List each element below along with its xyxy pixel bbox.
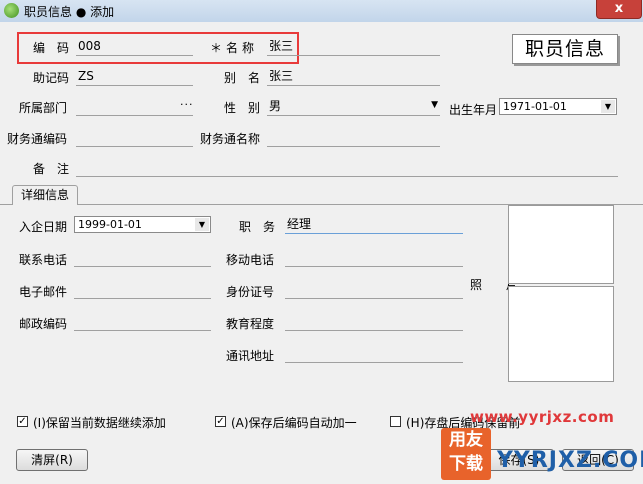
mnemonic-label: 助记码	[33, 71, 70, 85]
birth-value: 1971-01-01	[503, 100, 567, 113]
email-label: 电子邮件	[19, 285, 68, 299]
join-date-picker[interactable]: 1999-01-01 ▼	[74, 216, 211, 233]
watermark-url: www.yyrjxz.com	[470, 408, 615, 426]
phone-label: 联系电话	[19, 253, 68, 267]
name-field[interactable]: 张三	[267, 37, 440, 56]
finance-name-field[interactable]	[267, 128, 440, 147]
email-value	[74, 282, 76, 296]
name-label: ＊名称	[210, 41, 259, 55]
code-field[interactable]: 008	[76, 37, 193, 56]
photo-frame-bottom[interactable]	[508, 286, 614, 382]
address-label: 通讯地址	[226, 349, 275, 363]
phone-value	[74, 250, 76, 264]
address-field[interactable]	[285, 344, 463, 363]
alias-field[interactable]: 张三	[267, 67, 440, 86]
banner-title: 职员信息	[512, 34, 618, 64]
close-button[interactable]: x	[596, 0, 642, 19]
finance-code-label: 财务通编码	[7, 132, 68, 146]
mobile-value	[285, 250, 287, 264]
save-keep-checkbox[interactable]	[390, 416, 401, 427]
id-card-label: 身份证号	[226, 285, 275, 299]
id-card-field[interactable]	[285, 280, 463, 299]
auto-increment-label: (A)保存后编码自动加一	[231, 416, 357, 430]
department-browse-button[interactable]: ···	[180, 98, 194, 111]
clear-button[interactable]: 清屏(R)	[16, 449, 88, 471]
name-value: 张三	[269, 39, 294, 53]
education-field[interactable]	[285, 312, 463, 331]
position-value: 经理	[287, 217, 312, 231]
gender-value: 男	[269, 99, 282, 113]
education-label: 教育程度	[226, 317, 275, 331]
position-label: 职务	[239, 220, 288, 234]
photo-frame-top[interactable]	[508, 205, 614, 284]
remark-field[interactable]	[76, 158, 618, 177]
gender-select[interactable]: 男 ▼	[267, 97, 440, 116]
birth-label: 出生年月	[449, 103, 498, 117]
department-label: 所属部门	[19, 101, 68, 115]
alias-value: 张三	[269, 69, 294, 83]
watermark-logo: 用友下载	[441, 428, 491, 480]
join-date-label: 入企日期	[19, 220, 68, 234]
mobile-field[interactable]	[285, 248, 463, 267]
mobile-label: 移动电话	[226, 253, 275, 267]
phone-field[interactable]	[74, 248, 211, 267]
remark-label: 备注	[33, 162, 82, 176]
join-date-value: 1999-01-01	[78, 218, 142, 231]
app-icon	[4, 3, 19, 18]
position-field[interactable]: 经理	[285, 215, 463, 234]
code-value: 008	[78, 39, 101, 53]
keep-data-checkbox[interactable]: ✓	[17, 416, 28, 427]
birth-date-picker[interactable]: 1971-01-01 ▼	[499, 98, 617, 115]
finance-name-value	[267, 130, 269, 144]
keep-data-label: (I)保留当前数据继续添加	[33, 416, 166, 430]
window-title: 职员信息 ● 添加	[24, 5, 115, 19]
email-field[interactable]	[74, 280, 211, 299]
auto-increment-checkbox[interactable]: ✓	[215, 416, 226, 427]
id-card-value	[285, 282, 287, 296]
alias-label: 别名	[224, 71, 273, 85]
chevron-down-icon[interactable]: ▼	[195, 218, 209, 231]
code-label: 编码	[33, 41, 82, 55]
postcode-label: 邮政编码	[19, 317, 68, 331]
mnemonic-field[interactable]: ZS	[76, 67, 193, 86]
mnemonic-value: ZS	[78, 69, 94, 83]
postcode-value	[74, 314, 76, 328]
department-value	[76, 99, 78, 113]
chevron-down-icon[interactable]: ▼	[601, 100, 615, 113]
remark-value	[76, 160, 78, 174]
finance-code-field[interactable]	[76, 128, 193, 147]
gender-label: 性别	[224, 101, 273, 115]
department-field[interactable]	[76, 97, 193, 116]
chevron-down-icon: ▼	[431, 100, 438, 110]
watermark-text: YYRJXZ.COM	[497, 448, 643, 473]
education-value	[285, 314, 287, 328]
address-value	[285, 346, 287, 360]
postcode-field[interactable]	[74, 312, 211, 331]
finance-name-label: 财务通名称	[200, 132, 261, 146]
tab-detail-info[interactable]: 详细信息	[12, 185, 78, 205]
finance-code-value	[76, 130, 78, 144]
